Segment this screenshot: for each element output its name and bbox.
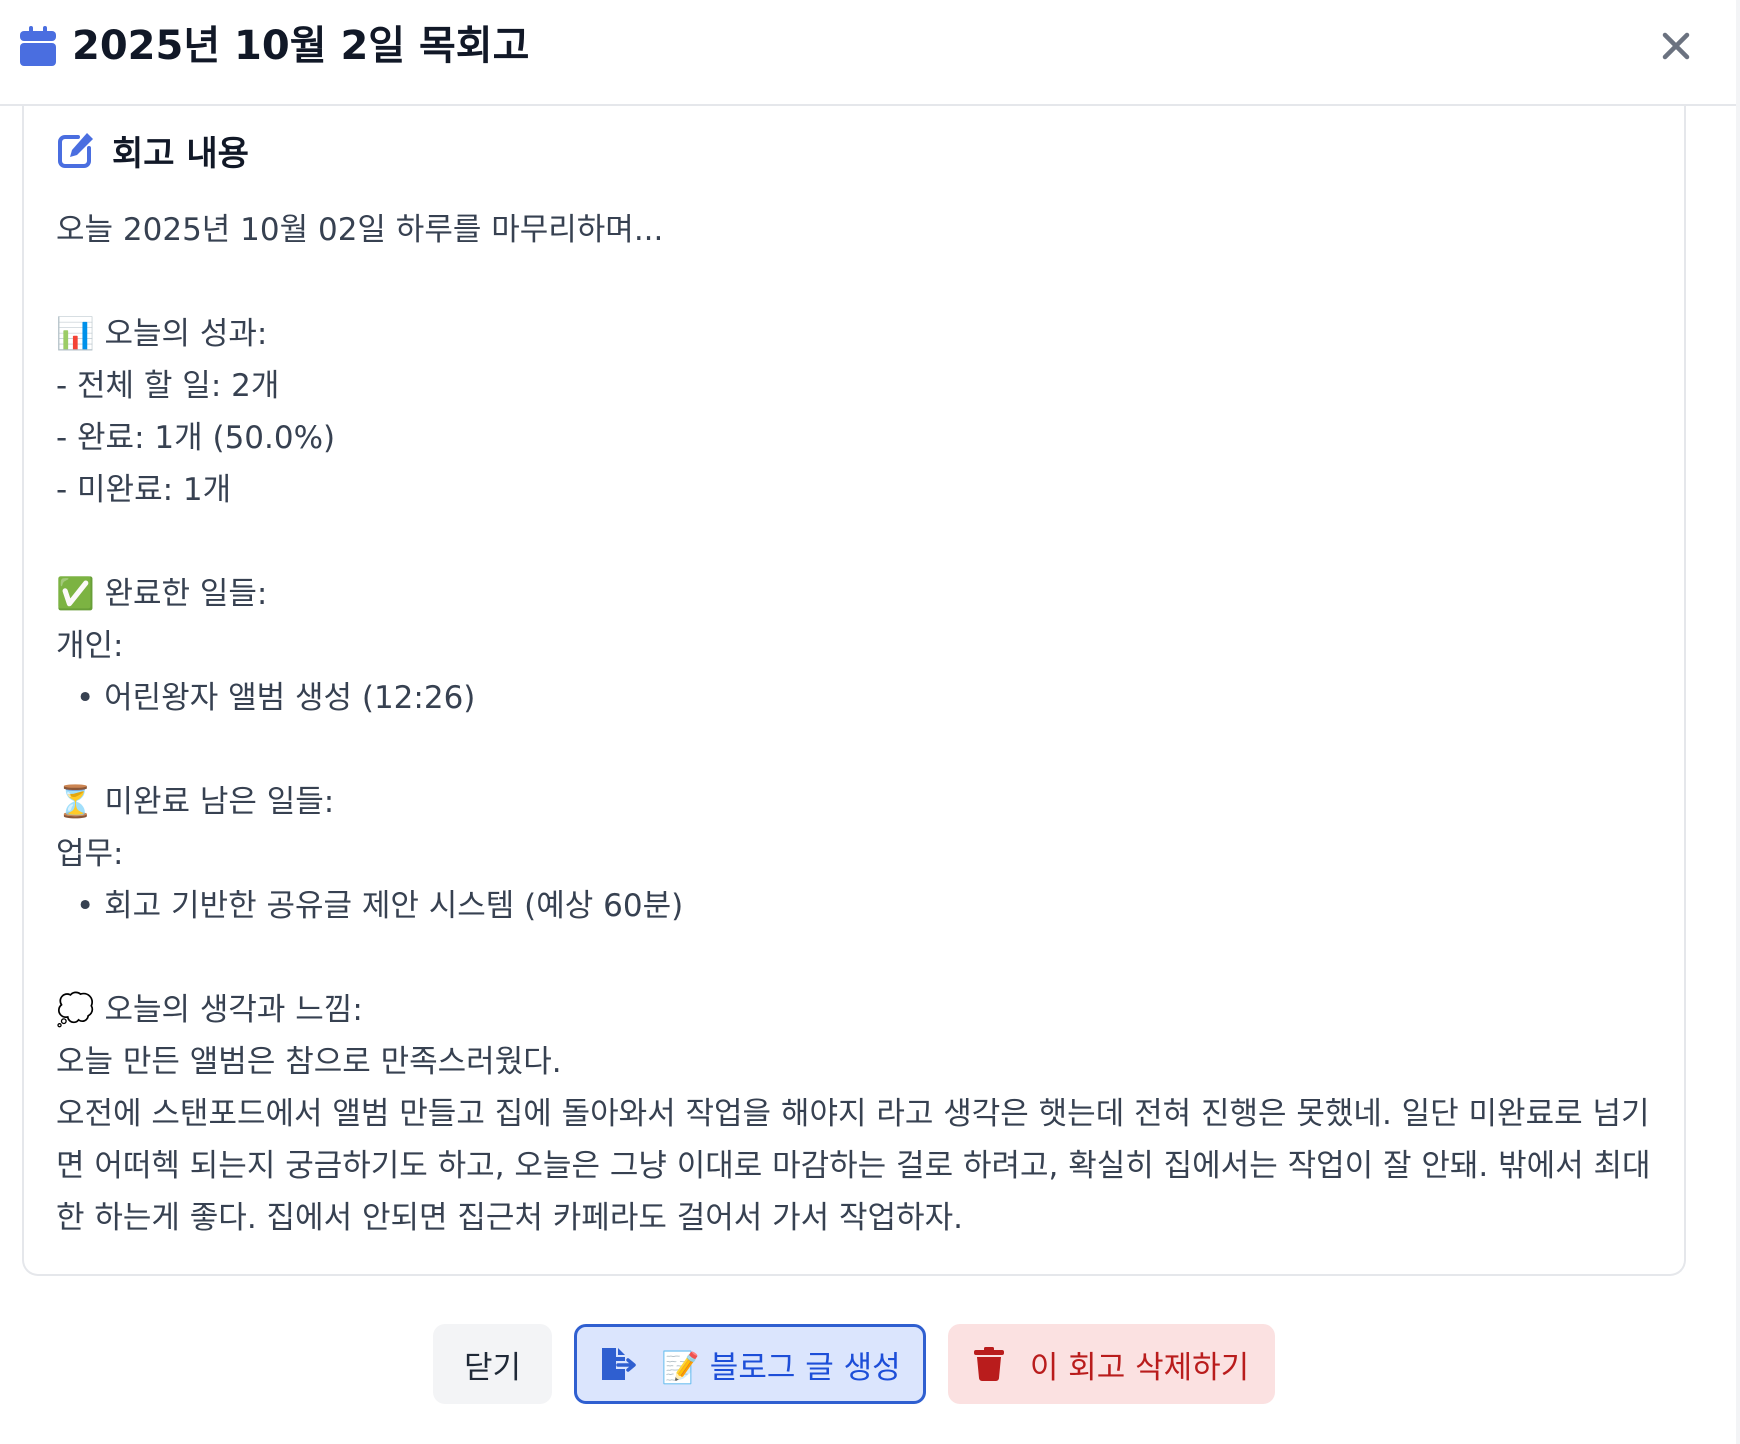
done-item: • 어린왕자 앨범 생성 (12:26) <box>76 680 476 716</box>
delete-label: 이 회고 삭제하기 <box>1029 1349 1250 1386</box>
delete-retrospective-button[interactable]: 이 회고 삭제하기 <box>948 1324 1275 1404</box>
file-export-icon <box>602 1348 637 1380</box>
thoughts-paragraph: 오전에 스탠포드에서 앨범 만들고 집에 돌아와서 작업을 해야지 라고 생각은… <box>56 1096 1651 1236</box>
generate-blog-label: 📝 블로그 글 생성 <box>661 1349 901 1386</box>
modal-header: 2025년 10월 2일 목회고 <box>0 0 1736 106</box>
undone-heading: ⏳ 미완료 남은 일들: <box>56 784 335 820</box>
scrollbar[interactable] <box>1736 0 1740 1444</box>
section-title: 회고 내용 <box>112 133 249 174</box>
calendar-icon <box>20 26 56 66</box>
retrospective-card: 회고 내용 오늘 2025년 10월 02일 하루를 마무리하며... 📊 오늘… <box>22 106 1686 1276</box>
done-heading: ✅ 완료한 일들: <box>56 576 268 612</box>
thoughts-heading: 💭 오늘의 생각과 느낌: <box>56 992 363 1028</box>
trash-icon <box>973 1347 1004 1381</box>
undone-item: • 회고 기반한 공유글 제안 시스템 (예상 60분) <box>76 888 684 924</box>
modal-title: 2025년 10월 2일 목회고 <box>72 23 530 69</box>
section-header: 회고 내용 <box>56 126 249 174</box>
intro-text: 오늘 2025년 10월 02일 하루를 마무리하며... <box>56 212 664 248</box>
close-button-label: 닫기 <box>463 1349 522 1386</box>
close-icon[interactable] <box>1656 26 1696 66</box>
stats-heading: 📊 오늘의 성과: <box>56 316 268 352</box>
stats-total: - 전체 할 일: 2개 <box>56 368 280 404</box>
thoughts-line: 오늘 만든 앨범은 참으로 만족스러웠다. <box>56 1044 562 1080</box>
done-category: 개인: <box>56 628 124 664</box>
retrospective-content: 오늘 2025년 10월 02일 하루를 마무리하며... 📊 오늘의 성과: … <box>56 204 1676 1244</box>
stats-undone: - 미완료: 1개 <box>56 472 232 508</box>
close-button[interactable]: 닫기 <box>433 1324 552 1404</box>
generate-blog-button[interactable]: 📝 블로그 글 생성 <box>574 1324 926 1404</box>
stats-done: - 완료: 1개 (50.0%) <box>56 420 336 456</box>
modal-footer: 닫기 📝 블로그 글 생성 이 회고 삭제하기 <box>0 1310 1736 1410</box>
undone-category: 업무: <box>56 836 124 872</box>
edit-icon <box>58 133 93 168</box>
